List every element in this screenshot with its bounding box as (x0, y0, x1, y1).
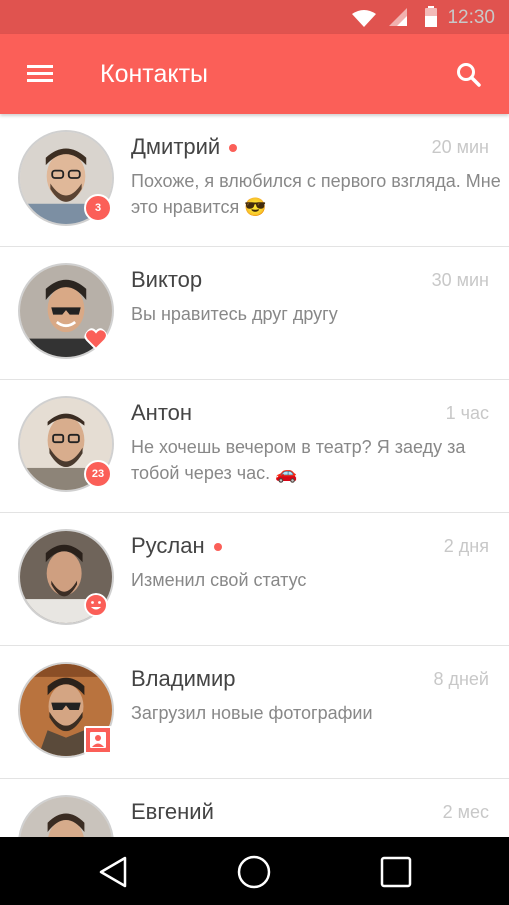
contact-row[interactable]: Виктор 30 мин Вы нравитесь друг другу (0, 247, 509, 380)
message-preview: Загрузил новые фотографии (131, 703, 373, 723)
contact-row[interactable]: Владимир 8 дней Загрузил новые фотографи… (0, 646, 509, 779)
battery-icon (425, 6, 437, 27)
status-bar: 12:30 (0, 0, 509, 34)
message-time: 20 мин (431, 137, 489, 157)
message-time: 1 час (445, 403, 489, 423)
recents-icon[interactable] (378, 854, 414, 890)
status-time: 12:30 (447, 7, 495, 28)
contact-name: Антон (131, 400, 193, 425)
photo-icon (84, 726, 112, 754)
message-preview: Вы нравитесь друг другу (131, 304, 338, 324)
message-preview: Не хочешь вечером в театр? Я заеду за то… (131, 437, 466, 483)
contact-row[interactable]: 3 Дмитрий 20 мин Похоже, я влюбился с пе… (0, 114, 509, 247)
message-preview: Похоже, я влюбился с первого взгляда. Мн… (131, 171, 501, 217)
contact-name: Дмитрий (131, 134, 238, 160)
online-dot (213, 543, 222, 552)
back-icon[interactable] (95, 854, 131, 890)
contacts-list: 3 Дмитрий 20 мин Похоже, я влюбился с пе… (0, 114, 509, 837)
home-icon[interactable] (236, 854, 272, 890)
message-preview: Изменил свой статус (131, 570, 307, 590)
navigation-bar (0, 837, 509, 905)
avatar (18, 795, 114, 837)
menu-icon[interactable] (27, 65, 53, 83)
search-icon[interactable] (455, 61, 483, 89)
unread-count-badge: 23 (84, 460, 112, 488)
message-time: 2 мес (442, 802, 489, 822)
unread-count-badge: 3 (84, 194, 112, 222)
page-title: Контакты (100, 60, 208, 88)
smiley-icon (84, 593, 108, 617)
contact-name: Виктор (131, 267, 203, 292)
contact-name: Владимир (131, 666, 236, 691)
wifi-icon (352, 10, 376, 27)
message-time: 2 дня (443, 536, 489, 556)
message-time: 30 мин (431, 270, 489, 290)
signal-icon (389, 8, 407, 26)
online-dot (229, 144, 238, 153)
app-bar: Контакты (0, 34, 509, 114)
contact-name: Руслан (131, 533, 222, 559)
contact-row[interactable]: Руслан 2 дня Изменил свой статус (0, 513, 509, 646)
message-time: 8 дней (433, 669, 489, 689)
heart-icon (84, 328, 108, 351)
contact-name: Евгений (131, 799, 214, 824)
contact-row[interactable]: Евгений 2 мес (0, 779, 509, 837)
contact-row[interactable]: 23 Антон 1 час Не хочешь вечером в театр… (0, 380, 509, 513)
